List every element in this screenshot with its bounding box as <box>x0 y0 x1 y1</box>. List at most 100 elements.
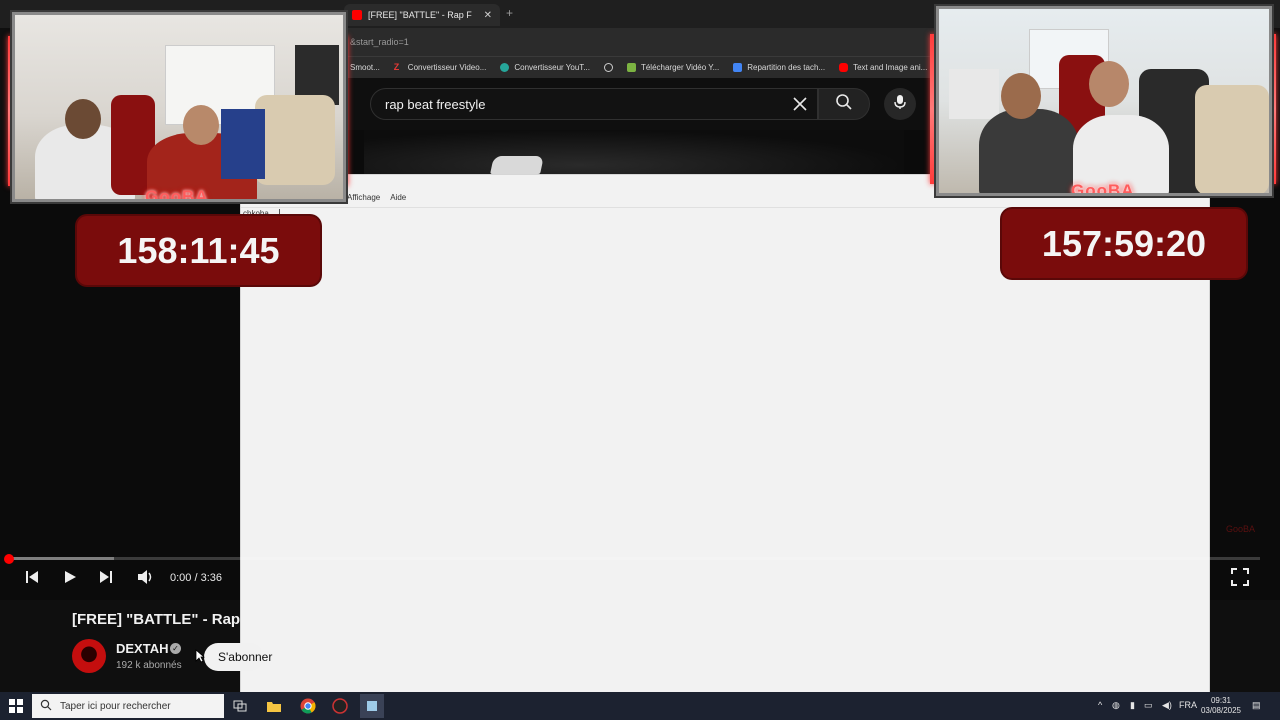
menu-aide[interactable]: Aide <box>390 193 406 207</box>
menu-affichage[interactable]: Affichage <box>347 193 380 207</box>
person-left-head <box>1001 73 1041 119</box>
youtube-icon <box>352 10 362 20</box>
person-right-head <box>1089 61 1129 107</box>
bookmark-item[interactable]: Convertisseur YouT... <box>500 63 590 72</box>
previous-button[interactable] <box>22 570 42 588</box>
taskbar-search[interactable]: Taper ici pour rechercher <box>32 694 224 718</box>
network-icon[interactable]: ▭ <box>1144 700 1153 711</box>
speaker-icon[interactable]: ◀) <box>1162 700 1172 711</box>
webcam-left: GooBA <box>12 12 346 202</box>
progress-scrubber[interactable] <box>4 554 14 564</box>
bookmark-label: Convertisseur Video... <box>407 63 487 72</box>
video-watermark: GooBA <box>1226 524 1256 534</box>
language-indicator[interactable]: FRA <box>1179 700 1197 710</box>
next-button[interactable] <box>96 570 116 588</box>
microphone-icon[interactable]: ▮ <box>1130 700 1135 711</box>
bookmark-label: Repartition des tach... <box>747 63 826 72</box>
search-icon <box>835 93 853 116</box>
skip-previous-icon <box>24 569 40 590</box>
youtube-header: rap beat freestyle <box>344 78 936 130</box>
system-clock[interactable]: 09:31 03/08/2025 <box>1198 696 1244 716</box>
fullscreen-icon <box>1231 567 1249 591</box>
windows-logo-icon <box>9 699 23 713</box>
bookmark-item[interactable]: Smoot... <box>350 63 380 72</box>
active-app-icon[interactable] <box>360 694 384 718</box>
youtube-icon <box>839 63 849 72</box>
tray-icon[interactable]: ◍ <box>1112 700 1120 711</box>
menubar-divider <box>241 207 1209 208</box>
clear-search-icon[interactable] <box>789 93 811 115</box>
subscribe-button[interactable]: S'abonner <box>204 643 272 671</box>
url-text: &start_radio=1 <box>350 37 409 47</box>
person-right-head <box>183 105 219 145</box>
volume-button[interactable] <box>136 569 156 590</box>
search-icon <box>40 699 52 714</box>
progress-bar[interactable] <box>8 557 1260 560</box>
sofa <box>255 95 335 185</box>
webcam-label: GooBA <box>1071 181 1135 196</box>
app-icon[interactable] <box>330 696 350 716</box>
channel-avatar[interactable] <box>72 639 106 673</box>
screen: Sportif Piano Online - Play N (8) Instag… <box>0 0 1280 720</box>
washing-machine <box>949 69 999 119</box>
volume-icon <box>137 569 155 590</box>
bookmark-item[interactable]: Télécharger Vidéo Y... <box>626 63 720 72</box>
fullscreen-button[interactable] <box>1230 567 1250 591</box>
timer-left: 158:11:45 <box>77 216 320 285</box>
voice-search-button[interactable] <box>884 88 916 120</box>
time-display: 0:00 / 3:36 <box>170 572 222 584</box>
play-button[interactable] <box>60 570 80 588</box>
bookmark-label: Text and Image ani... <box>853 63 928 72</box>
video-title: [FREE] "BATTLE" - Rap Freestyle <box>72 611 240 628</box>
sofa <box>1195 85 1269 193</box>
bookmark-label: Smoot... <box>350 63 380 72</box>
channel-name[interactable]: DEXTAH <box>116 641 168 656</box>
buffer-bar <box>8 557 115 560</box>
download-icon <box>626 63 636 72</box>
z-logo-icon: Z <box>393 62 400 72</box>
windows-start-button[interactable] <box>6 696 26 716</box>
clock-date: 03/08/2025 <box>1200 706 1242 715</box>
globe-icon <box>603 63 613 72</box>
close-tab-icon[interactable]: ✕ <box>484 10 492 21</box>
address-bar[interactable]: &start_radio=1 <box>344 28 936 56</box>
bookmark-item[interactable] <box>603 63 613 72</box>
microphone-icon <box>893 94 907 115</box>
video-frame <box>364 130 904 174</box>
converter-icon <box>500 63 510 72</box>
clock-time: 09:31 <box>1210 696 1232 705</box>
taskbar-search-placeholder: Taper ici pour rechercher <box>60 700 171 712</box>
tab-youtube[interactable]: [FREE] "BATTLE" - Rap Freestyle ✕ <box>344 4 500 26</box>
bookmarks-bar: Smoot... Z Convertisseur Video... Conver… <box>344 56 936 78</box>
bookmark-label: Télécharger Vidéo Y... <box>640 63 720 72</box>
chrome-icon[interactable] <box>298 696 318 716</box>
search-input[interactable]: rap beat freestyle <box>370 88 818 120</box>
subscriber-count: 192 k abonnés <box>116 660 182 671</box>
search-query: rap beat freestyle <box>385 97 486 112</box>
person-left-body <box>979 109 1079 193</box>
tab-label: [FREE] "BATTLE" - Rap Freestyle <box>368 10 472 20</box>
windows-taskbar: Taper ici pour rechercher ^ ◍ ▮ ▭ ◀) FRA… <box>0 692 1280 720</box>
bookmark-item[interactable]: Text and Image ani... <box>839 63 927 72</box>
timer-right-value: 157:59:20 <box>1041 222 1207 264</box>
webcam-label: GooBA <box>145 187 209 202</box>
verified-badge-icon: ✓ <box>170 643 181 654</box>
task-view-icon[interactable] <box>230 696 250 716</box>
bookmark-item[interactable]: Repartition des tach... <box>733 63 825 72</box>
scarf <box>221 109 265 179</box>
new-tab-icon[interactable]: + <box>506 6 513 20</box>
notifications-icon[interactable]: ▤ <box>1252 700 1261 711</box>
mouse-cursor-icon <box>195 649 206 668</box>
timer-left-value: 158:11:45 <box>117 229 280 271</box>
subscribe-label: S'abonner <box>218 650 273 664</box>
docs-icon <box>733 63 743 72</box>
bookmark-item[interactable]: Z Convertisseur Video... <box>393 62 487 73</box>
search-button[interactable] <box>818 88 870 120</box>
webcam-right: GooBA <box>936 6 1272 196</box>
video-object <box>490 156 544 174</box>
person-left-head <box>65 99 101 139</box>
bookmark-label: Convertisseur YouT... <box>514 63 590 72</box>
file-explorer-icon[interactable] <box>264 696 284 716</box>
timer-right: 157:59:20 <box>1002 209 1246 278</box>
tray-expand-icon[interactable]: ^ <box>1098 700 1102 710</box>
